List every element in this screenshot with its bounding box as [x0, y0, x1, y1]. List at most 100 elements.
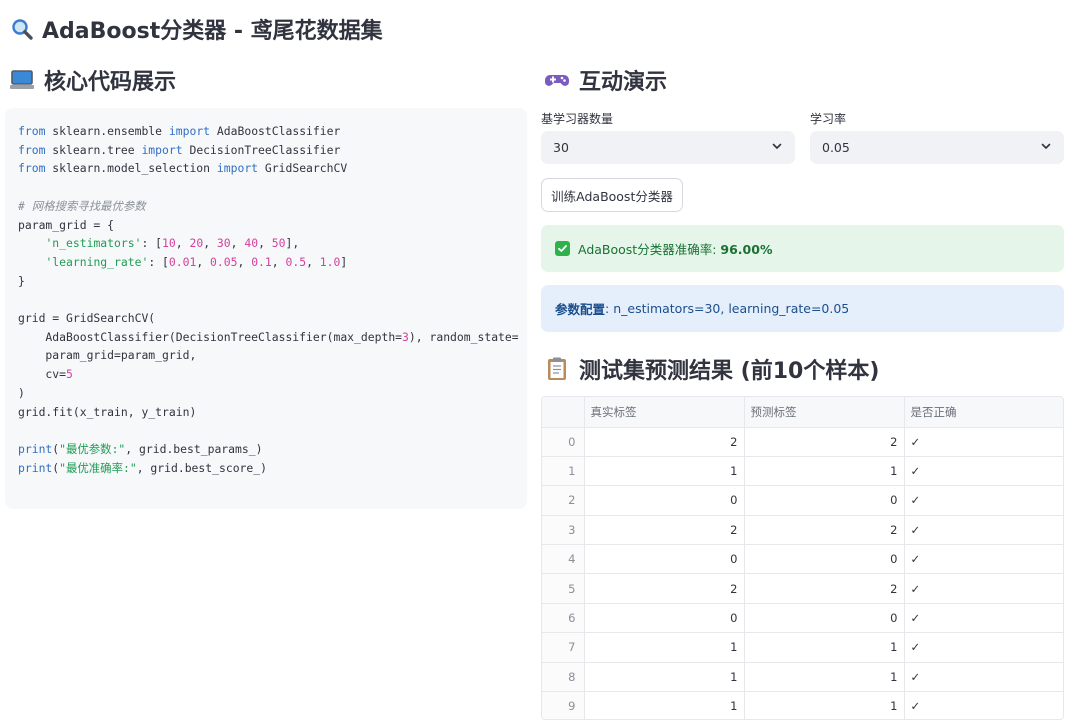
code-token: 3 [402, 329, 409, 344]
table-row[interactable]: 8 1 1 ✓ [542, 662, 1063, 693]
table-row[interactable]: 9 1 1 ✓ [542, 691, 1063, 719]
true-label-cell: 1 [584, 691, 745, 719]
demo-section-title: 互动演示 [543, 63, 667, 97]
chevron-down-icon [1040, 140, 1052, 155]
code-token: , [203, 236, 217, 251]
column-header-correct[interactable]: 是否正确 [904, 397, 1063, 428]
code-token: 0.1 [251, 254, 272, 269]
code-token: : [ [141, 236, 163, 251]
correct-cell: ✓ [904, 456, 1063, 487]
pred-label-cell: 0 [744, 603, 905, 634]
code-token: } [18, 273, 25, 288]
table-row[interactable]: 1 1 1 ✓ [542, 456, 1063, 487]
row-index: 1 [542, 456, 585, 487]
row-index: 0 [542, 427, 585, 457]
true-label-cell: 1 [584, 456, 745, 487]
code-token: print [18, 441, 53, 456]
correct-cell: ✓ [904, 485, 1063, 516]
info-label: 参数配置 [555, 302, 606, 317]
code-token: ) [18, 385, 25, 400]
code-token: import [141, 142, 183, 157]
code-token: param_grid = { [18, 217, 115, 232]
success-text: AdaBoost分类器准确率: 96.00% [578, 239, 772, 258]
correct-cell: ✓ [904, 662, 1063, 693]
chevron-down-icon [771, 140, 783, 155]
row-index: 2 [542, 485, 585, 516]
results-table[interactable]: 真实标签 预测标签 是否正确 0 2 2 ✓ 1 1 1 ✓ 2 0 0 ✓ 3 2 2 ✓ 4 0 0 ✓ 5 2 2 ✓ 6… [541, 396, 1064, 720]
table-row[interactable]: 7 1 1 ✓ [542, 632, 1063, 663]
laptop-icon [8, 66, 36, 94]
true-label-cell: 2 [584, 515, 745, 546]
table-row[interactable]: 6 0 0 ✓ [542, 603, 1063, 634]
code-token: : [ [148, 254, 169, 269]
true-label-cell: 2 [584, 573, 745, 604]
table-row[interactable]: 5 2 2 ✓ [542, 573, 1063, 604]
success-prefix: AdaBoost分类器准确率: [578, 242, 721, 257]
correct-cell: ✓ [904, 515, 1063, 546]
code-token: 10 [162, 236, 176, 251]
results-section-title-text: 测试集预测结果 (前10个样本) [579, 359, 880, 384]
info-text: : n_estimators=30, learning_rate=0.05 [605, 301, 850, 316]
code-token: 'n_estimators' [45, 236, 142, 251]
pred-label-cell: 1 [744, 632, 905, 663]
table-row[interactable]: 0 2 2 ✓ [542, 427, 1063, 457]
code-token: sklearn.ensemble [45, 124, 169, 138]
column-header-index[interactable] [542, 397, 585, 428]
code-token: import [216, 161, 259, 176]
n-estimators-select[interactable]: 30 [541, 131, 795, 164]
table-header-row: 真实标签 预测标签 是否正确 [542, 397, 1063, 428]
code-content: from sklearn.ensemble import AdaBoostCla… [18, 122, 527, 477]
table-row[interactable]: 4 0 0 ✓ [542, 544, 1063, 575]
code-token: sklearn.model_selection [45, 161, 217, 176]
n-estimators-label: 基学习器数量 [541, 112, 614, 126]
code-token: grid = GridSearchCV( [18, 311, 156, 326]
table-row[interactable]: 3 2 2 ✓ [542, 515, 1063, 546]
learning-rate-value: 0.05 [822, 140, 850, 155]
true-label-cell: 1 [584, 632, 745, 663]
code-token: , grid.best_params_) [125, 441, 263, 456]
code-token: sklearn.tree [45, 142, 142, 157]
code-token: 5 [66, 367, 73, 382]
code-token: , [258, 236, 272, 251]
code-token: "最优参数:" [59, 441, 126, 456]
row-index: 6 [542, 603, 585, 634]
info-alert: 参数配置: n_estimators=30, learning_rate=0.0… [541, 285, 1064, 332]
code-token: ], [285, 236, 300, 251]
code-token: GridSearchCV [258, 161, 348, 176]
code-token: 0.01 [168, 254, 197, 269]
table-row[interactable]: 2 0 0 ✓ [542, 485, 1063, 516]
results-section-title: 测试集预测结果 (前10个样本) [543, 352, 879, 386]
code-token: # 网格搜索寻找最优参数 [18, 198, 146, 213]
success-alert: AdaBoost分类器准确率: 96.00% [541, 225, 1064, 272]
code-block[interactable]: from sklearn.ensemble import AdaBoostCla… [5, 108, 527, 509]
code-token: 0.5 [285, 254, 307, 269]
demo-section-title-text: 互动演示 [579, 70, 668, 95]
pred-label-cell: 0 [744, 485, 905, 516]
correct-cell: ✓ [904, 691, 1063, 719]
train-button[interactable]: 训练AdaBoost分类器 [541, 178, 683, 212]
correct-cell: ✓ [904, 632, 1063, 663]
true-label-cell: 2 [584, 427, 745, 457]
code-token: AdaBoostClassifier(DecisionTreeClassifie… [18, 329, 403, 344]
code-token: , [175, 236, 190, 251]
row-index: 4 [542, 544, 585, 575]
code-token: ] [340, 254, 348, 269]
gamepad-icon [543, 66, 571, 94]
code-token: 'learning_rate' [45, 254, 149, 269]
magnifier-icon [8, 15, 36, 43]
code-token: 50 [271, 236, 286, 251]
correct-cell: ✓ [904, 544, 1063, 575]
code-section-title: 核心代码展示 [8, 63, 176, 97]
code-token: AdaBoostClassifier [210, 124, 341, 138]
row-index: 8 [542, 662, 585, 693]
code-token: , [306, 254, 320, 269]
page-title-text: AdaBoost分类器 - 鸢尾花数据集 [42, 19, 383, 44]
code-token: 40 [244, 236, 259, 251]
code-token: 1.0 [319, 254, 341, 269]
code-token: , [271, 254, 286, 269]
learning-rate-select[interactable]: 0.05 [810, 131, 1064, 164]
true-label-cell: 0 [584, 603, 745, 634]
column-header-pred-label[interactable]: 预测标签 [744, 397, 905, 428]
column-header-true-label[interactable]: 真实标签 [584, 397, 745, 428]
